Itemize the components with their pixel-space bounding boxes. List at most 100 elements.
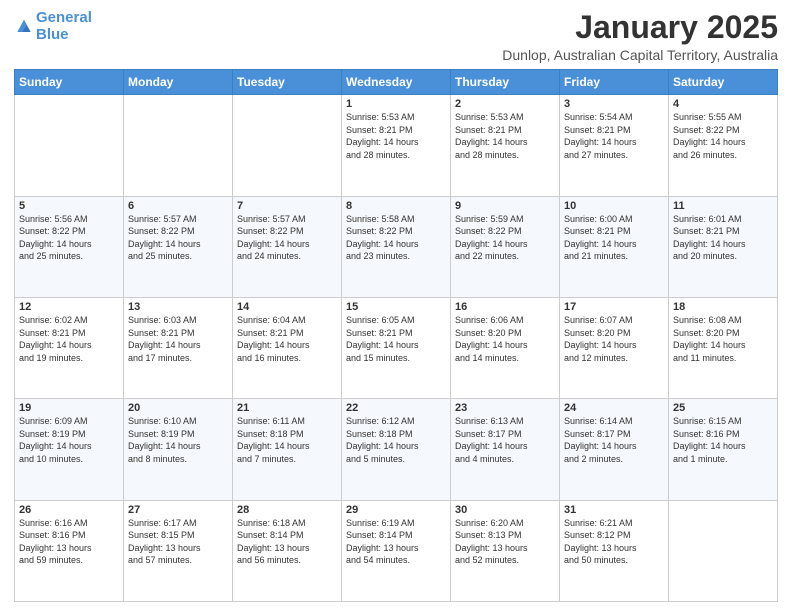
- day-info: Sunrise: 5:59 AM Sunset: 8:22 PM Dayligh…: [455, 213, 555, 263]
- calendar-day-cell: 19Sunrise: 6:09 AM Sunset: 8:19 PM Dayli…: [15, 399, 124, 500]
- day-info: Sunrise: 5:53 AM Sunset: 8:21 PM Dayligh…: [346, 111, 446, 161]
- calendar-day-cell: 14Sunrise: 6:04 AM Sunset: 8:21 PM Dayli…: [233, 297, 342, 398]
- calendar-day-cell: 27Sunrise: 6:17 AM Sunset: 8:15 PM Dayli…: [124, 500, 233, 601]
- weekday-header-cell: Tuesday: [233, 70, 342, 95]
- day-info: Sunrise: 5:57 AM Sunset: 8:22 PM Dayligh…: [128, 213, 228, 263]
- day-info: Sunrise: 6:12 AM Sunset: 8:18 PM Dayligh…: [346, 415, 446, 465]
- calendar-day-cell: 28Sunrise: 6:18 AM Sunset: 8:14 PM Dayli…: [233, 500, 342, 601]
- calendar-title: January 2025: [502, 10, 778, 45]
- calendar-day-cell: 10Sunrise: 6:00 AM Sunset: 8:21 PM Dayli…: [560, 196, 669, 297]
- day-number: 1: [346, 98, 446, 110]
- calendar-day-cell: [15, 95, 124, 196]
- weekday-header-cell: Friday: [560, 70, 669, 95]
- weekday-header-cell: Sunday: [15, 70, 124, 95]
- calendar-day-cell: 12Sunrise: 6:02 AM Sunset: 8:21 PM Dayli…: [15, 297, 124, 398]
- day-info: Sunrise: 6:20 AM Sunset: 8:13 PM Dayligh…: [455, 517, 555, 567]
- calendar-body: 1Sunrise: 5:53 AM Sunset: 8:21 PM Daylig…: [15, 95, 778, 602]
- day-info: Sunrise: 6:13 AM Sunset: 8:17 PM Dayligh…: [455, 415, 555, 465]
- header: General Blue January 2025 Dunlop, Austra…: [14, 10, 778, 63]
- day-number: 15: [346, 301, 446, 313]
- page: General Blue January 2025 Dunlop, Austra…: [0, 0, 792, 612]
- day-info: Sunrise: 6:21 AM Sunset: 8:12 PM Dayligh…: [564, 517, 664, 567]
- day-info: Sunrise: 6:09 AM Sunset: 8:19 PM Dayligh…: [19, 415, 119, 465]
- calendar-day-cell: 5Sunrise: 5:56 AM Sunset: 8:22 PM Daylig…: [15, 196, 124, 297]
- day-number: 26: [19, 504, 119, 516]
- day-number: 11: [673, 200, 773, 212]
- day-number: 21: [237, 402, 337, 414]
- day-number: 16: [455, 301, 555, 313]
- weekday-header-cell: Wednesday: [342, 70, 451, 95]
- day-info: Sunrise: 6:05 AM Sunset: 8:21 PM Dayligh…: [346, 314, 446, 364]
- day-info: Sunrise: 6:14 AM Sunset: 8:17 PM Dayligh…: [564, 415, 664, 465]
- day-number: 25: [673, 402, 773, 414]
- day-info: Sunrise: 6:06 AM Sunset: 8:20 PM Dayligh…: [455, 314, 555, 364]
- logo-text: General Blue: [36, 10, 92, 43]
- day-number: 22: [346, 402, 446, 414]
- day-info: Sunrise: 5:54 AM Sunset: 8:21 PM Dayligh…: [564, 111, 664, 161]
- calendar-day-cell: 15Sunrise: 6:05 AM Sunset: 8:21 PM Dayli…: [342, 297, 451, 398]
- day-info: Sunrise: 6:04 AM Sunset: 8:21 PM Dayligh…: [237, 314, 337, 364]
- day-number: 4: [673, 98, 773, 110]
- calendar-week-row: 19Sunrise: 6:09 AM Sunset: 8:19 PM Dayli…: [15, 399, 778, 500]
- calendar-day-cell: 20Sunrise: 6:10 AM Sunset: 8:19 PM Dayli…: [124, 399, 233, 500]
- day-number: 30: [455, 504, 555, 516]
- day-number: 31: [564, 504, 664, 516]
- calendar-subtitle: Dunlop, Australian Capital Territory, Au…: [502, 47, 778, 63]
- calendar-day-cell: 17Sunrise: 6:07 AM Sunset: 8:20 PM Dayli…: [560, 297, 669, 398]
- calendar-week-row: 26Sunrise: 6:16 AM Sunset: 8:16 PM Dayli…: [15, 500, 778, 601]
- calendar-day-cell: 9Sunrise: 5:59 AM Sunset: 8:22 PM Daylig…: [451, 196, 560, 297]
- calendar-day-cell: 11Sunrise: 6:01 AM Sunset: 8:21 PM Dayli…: [669, 196, 778, 297]
- day-info: Sunrise: 6:08 AM Sunset: 8:20 PM Dayligh…: [673, 314, 773, 364]
- day-number: 2: [455, 98, 555, 110]
- calendar-day-cell: 2Sunrise: 5:53 AM Sunset: 8:21 PM Daylig…: [451, 95, 560, 196]
- calendar-week-row: 1Sunrise: 5:53 AM Sunset: 8:21 PM Daylig…: [15, 95, 778, 196]
- weekday-header-cell: Monday: [124, 70, 233, 95]
- calendar-day-cell: 1Sunrise: 5:53 AM Sunset: 8:21 PM Daylig…: [342, 95, 451, 196]
- logo-icon: [14, 17, 34, 37]
- weekday-header-row: SundayMondayTuesdayWednesdayThursdayFrid…: [15, 70, 778, 95]
- day-number: 3: [564, 98, 664, 110]
- calendar-day-cell: 26Sunrise: 6:16 AM Sunset: 8:16 PM Dayli…: [15, 500, 124, 601]
- calendar-day-cell: 18Sunrise: 6:08 AM Sunset: 8:20 PM Dayli…: [669, 297, 778, 398]
- day-info: Sunrise: 6:11 AM Sunset: 8:18 PM Dayligh…: [237, 415, 337, 465]
- calendar-day-cell: 16Sunrise: 6:06 AM Sunset: 8:20 PM Dayli…: [451, 297, 560, 398]
- day-info: Sunrise: 6:07 AM Sunset: 8:20 PM Dayligh…: [564, 314, 664, 364]
- calendar-day-cell: 13Sunrise: 6:03 AM Sunset: 8:21 PM Dayli…: [124, 297, 233, 398]
- day-info: Sunrise: 6:18 AM Sunset: 8:14 PM Dayligh…: [237, 517, 337, 567]
- title-block: January 2025 Dunlop, Australian Capital …: [502, 10, 778, 63]
- calendar-day-cell: [669, 500, 778, 601]
- calendar-day-cell: 29Sunrise: 6:19 AM Sunset: 8:14 PM Dayli…: [342, 500, 451, 601]
- day-number: 8: [346, 200, 446, 212]
- calendar-day-cell: 7Sunrise: 5:57 AM Sunset: 8:22 PM Daylig…: [233, 196, 342, 297]
- calendar-day-cell: 21Sunrise: 6:11 AM Sunset: 8:18 PM Dayli…: [233, 399, 342, 500]
- logo: General Blue: [14, 10, 92, 43]
- day-number: 7: [237, 200, 337, 212]
- calendar-day-cell: 22Sunrise: 6:12 AM Sunset: 8:18 PM Dayli…: [342, 399, 451, 500]
- day-number: 6: [128, 200, 228, 212]
- day-info: Sunrise: 6:16 AM Sunset: 8:16 PM Dayligh…: [19, 517, 119, 567]
- day-info: Sunrise: 5:53 AM Sunset: 8:21 PM Dayligh…: [455, 111, 555, 161]
- day-info: Sunrise: 6:02 AM Sunset: 8:21 PM Dayligh…: [19, 314, 119, 364]
- day-info: Sunrise: 6:10 AM Sunset: 8:19 PM Dayligh…: [128, 415, 228, 465]
- day-info: Sunrise: 5:56 AM Sunset: 8:22 PM Dayligh…: [19, 213, 119, 263]
- day-info: Sunrise: 6:15 AM Sunset: 8:16 PM Dayligh…: [673, 415, 773, 465]
- logo-line2: Blue: [36, 27, 92, 44]
- day-number: 14: [237, 301, 337, 313]
- day-number: 23: [455, 402, 555, 414]
- day-info: Sunrise: 5:58 AM Sunset: 8:22 PM Dayligh…: [346, 213, 446, 263]
- day-info: Sunrise: 5:57 AM Sunset: 8:22 PM Dayligh…: [237, 213, 337, 263]
- day-number: 19: [19, 402, 119, 414]
- day-number: 24: [564, 402, 664, 414]
- calendar-week-row: 12Sunrise: 6:02 AM Sunset: 8:21 PM Dayli…: [15, 297, 778, 398]
- day-info: Sunrise: 5:55 AM Sunset: 8:22 PM Dayligh…: [673, 111, 773, 161]
- day-number: 17: [564, 301, 664, 313]
- logo-line1: General: [36, 9, 92, 26]
- day-info: Sunrise: 6:01 AM Sunset: 8:21 PM Dayligh…: [673, 213, 773, 263]
- day-number: 27: [128, 504, 228, 516]
- weekday-header-cell: Saturday: [669, 70, 778, 95]
- calendar-day-cell: 23Sunrise: 6:13 AM Sunset: 8:17 PM Dayli…: [451, 399, 560, 500]
- calendar-day-cell: 3Sunrise: 5:54 AM Sunset: 8:21 PM Daylig…: [560, 95, 669, 196]
- calendar-day-cell: 31Sunrise: 6:21 AM Sunset: 8:12 PM Dayli…: [560, 500, 669, 601]
- day-number: 28: [237, 504, 337, 516]
- calendar-table: SundayMondayTuesdayWednesdayThursdayFrid…: [14, 69, 778, 602]
